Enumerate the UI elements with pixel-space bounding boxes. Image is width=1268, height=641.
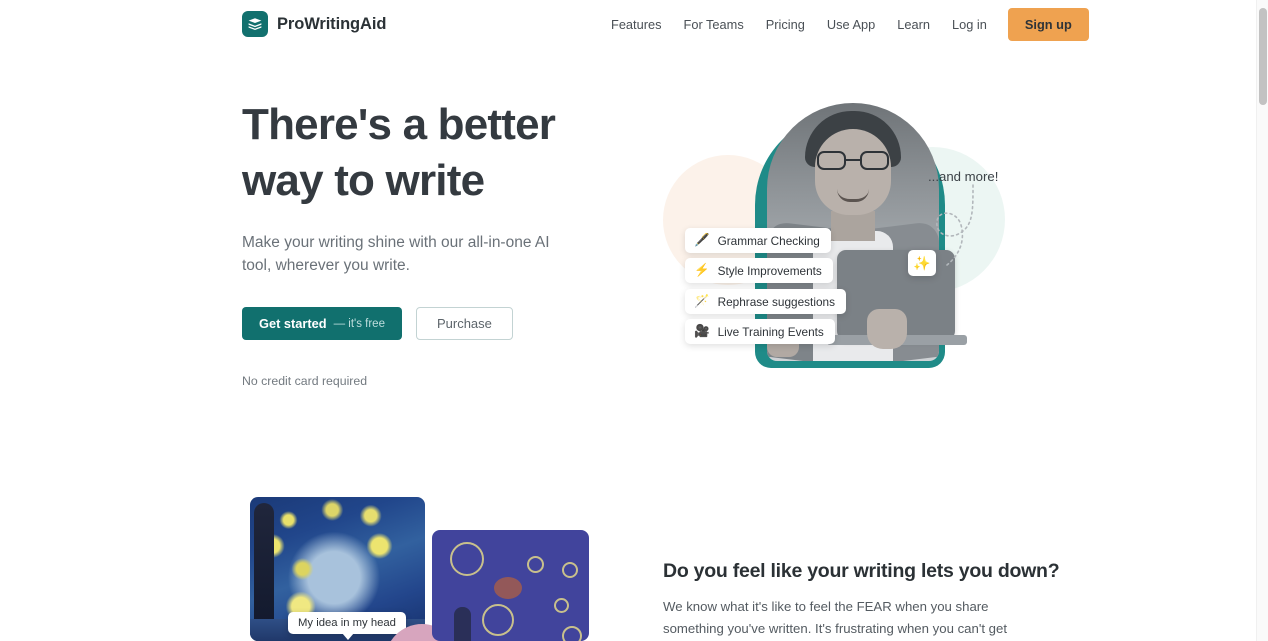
hero-title: There's a better way to write [242, 97, 582, 209]
brand-name: ProWritingAid [277, 14, 387, 33]
feature-chip-style-improvements: ⚡ Style Improvements [685, 258, 833, 283]
nav-item-features[interactable]: Features [600, 11, 673, 38]
nav-item-pricing[interactable]: Pricing [755, 11, 816, 38]
nav-item-learn[interactable]: Learn [886, 11, 941, 38]
my-idea-tooltip: My idea in my head [288, 612, 406, 640]
childish-drawing-image [432, 530, 589, 641]
feature-chip-label: Rephrase suggestions [717, 294, 835, 309]
hero-cta-row: Get started — it's free Purchase [242, 307, 642, 340]
no-credit-card-note: No credit card required [242, 374, 368, 388]
feature-chip-label: Grammar Checking [717, 233, 820, 248]
sign-up-button[interactable]: Sign up [1007, 7, 1089, 41]
neck [831, 211, 875, 241]
and-more-annotation: ...and more! [928, 169, 999, 184]
brand-logo[interactable]: ProWritingAid [242, 11, 386, 37]
glasses-icon [817, 151, 889, 170]
hand-right [867, 309, 907, 349]
feature-chip-grammar-checking: 🖋️ Grammar Checking [685, 228, 831, 253]
site-header: ProWritingAid Features For Teams Pricing… [0, 0, 1256, 48]
feature-chip-label: Live Training Events [717, 324, 824, 339]
lower-section-body: We know what it's like to feel the FEAR … [663, 599, 1008, 636]
lower-text-block: Do you feel like your writing lets you d… [663, 560, 1060, 641]
hero-title-line-2: way to write [242, 156, 485, 205]
feature-chip-live-training-events: 🎥 Live Training Events [685, 319, 835, 344]
page-root: ProWritingAid Features For Teams Pricing… [0, 0, 1268, 641]
magic-wand-icon: 🪄 [694, 294, 710, 309]
curly-arrow-icon [936, 184, 974, 266]
cypress-tree-childish [454, 607, 471, 641]
feather-pen-icon: 🖋️ [694, 233, 710, 248]
video-camera-icon: 🎥 [694, 324, 710, 339]
feature-chip-rephrase-suggestions: 🪄 Rephrase suggestions [685, 289, 846, 314]
nav-item-use-app[interactable]: Use App [816, 11, 886, 38]
lower-section-title: Do you feel like your writing lets you d… [663, 560, 1060, 582]
face [815, 129, 891, 215]
nav-item-log-in[interactable]: Log in [941, 11, 998, 38]
get-started-label: Get started [259, 316, 327, 331]
get-started-button[interactable]: Get started — it's free [242, 307, 402, 340]
hero-subtitle: Make your writing shine with our all-in-… [242, 234, 550, 274]
hero-title-line-1: There's a better [242, 100, 556, 149]
lightning-bolt-icon: ⚡ [694, 263, 710, 278]
feature-chip-label: Style Improvements [717, 263, 822, 278]
scrollbar-thumb[interactable] [1259, 8, 1267, 105]
hero-content: There's a better way to write Make your … [242, 97, 642, 388]
book-pages-icon [242, 11, 268, 37]
page-scrollbar[interactable] [1256, 0, 1268, 641]
main-nav: Features For Teams Pricing Use App Learn… [600, 0, 1089, 48]
nav-item-for-teams[interactable]: For Teams [673, 11, 755, 38]
purchase-button[interactable]: Purchase [415, 307, 513, 340]
paint-blot [494, 577, 522, 599]
hero-illustration: 🖋️ Grammar Checking ⚡ Style Improvements… [655, 95, 1025, 395]
get-started-free-note: — it's free [333, 317, 385, 330]
